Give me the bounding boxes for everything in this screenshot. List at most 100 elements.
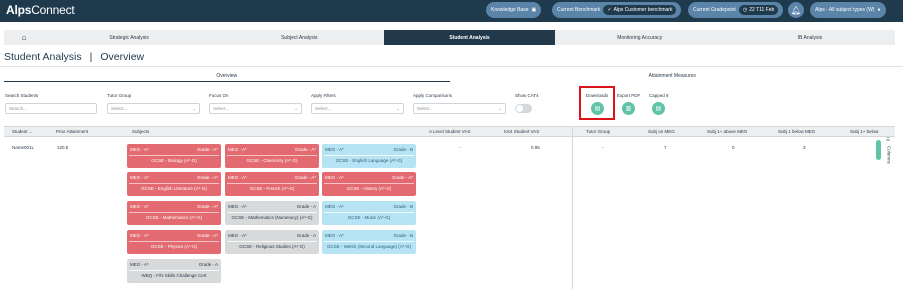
title-divider [0, 66, 903, 67]
frozen-columns-divider [572, 126, 573, 289]
subject-name: GCSE - English Language (A*-G) [335, 158, 403, 163]
meg-value: MEG - A* [325, 233, 344, 238]
tab-attainment-measures[interactable]: Attainment Measures [450, 70, 896, 82]
columns-icon: ☰ [886, 138, 892, 143]
grade-value: Grade - B [393, 233, 413, 238]
subject-card[interactable]: MEG - A* Grade - A* GCSE - Mathematics (A*… [127, 201, 221, 225]
subject-name: GCSE - Music (A*-G) [347, 215, 391, 220]
subject-card[interactable]: MEG - A* Grade - A* GCSE - English Literat… [127, 172, 221, 196]
subject-name: GCSE - Welsh (Second Language) (A*-G) [327, 244, 411, 249]
subject-card[interactable]: MEG - A* Grade - A* GCSE - Chemistry (A*-G… [225, 144, 319, 168]
cell-above-meg: 0 [732, 145, 735, 150]
tab-strategic-analysis[interactable]: Strategic Analysis [44, 30, 214, 45]
table-header: Student ... Prior Attainment Subjects A … [4, 126, 895, 137]
top-bar: AlpsConnect Knowledge Base ▣ Current Benc… [0, 0, 903, 22]
col-tutor-group[interactable]: Tutor Group [586, 129, 610, 134]
meg-value: MEG - A* [130, 233, 149, 238]
focus-on-select[interactable]: Select... ⌄ [209, 103, 302, 114]
user-menu[interactable]: Alps - All subject types (W) ● [810, 2, 886, 18]
grade-value: Grade - B [393, 147, 413, 152]
subject-name: GCSE - Mathematics (Numeracy) (A*-G) [231, 215, 313, 220]
gradepoint-selector[interactable]: Current Gradepoint ◷ 22 T11 Feb [688, 2, 784, 18]
cell-a-level-vas: - [459, 145, 461, 150]
cell-tutor: - [602, 145, 604, 150]
home-icon[interactable]: ⌂ [4, 30, 44, 45]
subject-card[interactable]: MEG - A* Grade - A* GCSE - Physics (A*-G) [127, 230, 221, 254]
grade-value: Grade - A* [196, 233, 218, 238]
cell-1-below-meg: 3 [803, 145, 806, 150]
tab-monitoring-accuracy[interactable]: Monitoring Accuracy [555, 30, 725, 45]
col-subj-more-below[interactable]: Subj 1+ below [850, 129, 878, 134]
meg-value: MEG - A* [130, 262, 149, 267]
tab-overview[interactable]: Overview [4, 70, 450, 82]
subject-card[interactable]: MEG - A* Grade - A GCSE - Mathematics (Num… [225, 201, 319, 225]
search-input[interactable]: Search... [5, 103, 97, 114]
cell-student[interactable]: Name001L [12, 145, 34, 150]
benchmark-selector[interactable]: Current Benchmark ✓ Alps Customer benchma… [552, 2, 682, 18]
user-icon: ● [877, 7, 881, 13]
meg-value: MEG - A* [325, 204, 344, 209]
col-subj-1-below-meg[interactable]: Subj 1 below MEG [778, 129, 815, 134]
knowledge-base-button[interactable]: Knowledge Base ▣ [486, 2, 542, 18]
tutor-group-select[interactable]: Select... ⌄ [107, 103, 200, 114]
subject-card[interactable]: MEG - A* Grade - B GCSE - English Language… [322, 144, 416, 168]
chevron-down-icon: ⌄ [498, 105, 502, 111]
subject-card[interactable]: MEG - A* Grade - A* GCSE - History (A*-G) [322, 172, 416, 196]
subject-name: GCSE - English Literature (A*-G) [141, 186, 207, 191]
cell-prior: 120.5 [57, 145, 69, 150]
show-cat4-toggle[interactable] [515, 104, 532, 113]
meg-value: MEG - A* [228, 233, 247, 238]
check-icon: ✓ [607, 7, 612, 13]
col-subj-on-meg[interactable]: Subj on MEG [648, 129, 675, 134]
subject-name: GCSE - Chemistry (A*-G) [246, 158, 298, 163]
search-label: Search Students [5, 93, 39, 98]
focus-on-label: Focus On [209, 93, 229, 98]
tab-student-analysis[interactable]: Student Analysis [384, 30, 555, 45]
capped-label: Capped 8 [649, 93, 669, 98]
subject-name: GCSE - History (A*-G) [346, 186, 392, 191]
tab-subject-analysis[interactable]: Subject Analysis [214, 30, 384, 45]
col-student[interactable]: Student ... [12, 129, 33, 134]
subject-card[interactable]: MEG - A* Grade - A GCSE - Religious Studie… [225, 230, 319, 254]
subject-card[interactable]: MEG - A* Grade - A WBQ - F/N Skills Challe… [127, 259, 221, 283]
export-pdf-label: Export PDF [617, 93, 641, 98]
horizontal-scrollbar[interactable] [876, 140, 881, 160]
meg-value: MEG - A* [325, 147, 344, 152]
col-subj-above-meg[interactable]: Subj 1+ above MEG [707, 129, 747, 134]
capped-button[interactable]: ▤ [652, 102, 665, 115]
subject-name: GCSE - Religious Studies (A*-G) [239, 244, 305, 249]
tab-ib-analysis[interactable]: IB Analysis [725, 30, 895, 45]
columns-panel-toggle[interactable]: ☰ Columns [884, 138, 894, 178]
cell-ks4-vas: 0.95 [531, 145, 540, 150]
meg-value: MEG - A* [228, 175, 247, 180]
export-pdf-button[interactable]: ▥ [622, 102, 635, 115]
apply-filters-select[interactable]: Select... ⌄ [311, 103, 404, 114]
chevron-down-icon: ⌄ [192, 105, 196, 111]
grade-value: Grade - A [198, 262, 218, 267]
col-prior-attainment[interactable]: Prior Attainment [56, 129, 88, 134]
alps-connect-logo[interactable]: AlpsConnect [6, 3, 75, 17]
book-icon: ▣ [531, 7, 537, 13]
grade-value: Grade - A* [294, 175, 316, 180]
subject-card[interactable]: MEG - A* Grade - B GCSE - Welsh (Second La… [322, 230, 416, 254]
apply-filters-label: Apply Filters [311, 93, 336, 98]
meg-value: MEG - A* [228, 147, 247, 152]
sub-tabs: Overview Attainment Measures [4, 70, 895, 82]
col-ks4-vas[interactable]: KS4 Student VAS [504, 129, 539, 134]
notification-bell-icon[interactable]: 🔔︎ [788, 2, 804, 18]
chevron-down-icon: ⌄ [396, 105, 400, 111]
grade-value: Grade - A* [196, 204, 218, 209]
main-nav: ⌂ Strategic Analysis Subject Analysis St… [4, 30, 895, 45]
clock-icon: ◷ [742, 7, 748, 13]
subject-name: WBQ - F/N Skills Challenge Cert [141, 273, 207, 278]
subject-name: GCSE - Biology (A*-G) [151, 158, 197, 163]
grade-value: Grade - A [296, 204, 316, 209]
subject-card[interactable]: MEG - A* Grade - A* GCSE - Biology (A*-G) [127, 144, 221, 168]
col-subjects[interactable]: Subjects [132, 129, 149, 134]
col-a-level-vas[interactable]: A Level Student VAS [429, 129, 470, 134]
grade-value: Grade - A* [391, 175, 413, 180]
apply-comparisons-select[interactable]: Select... ⌄ [413, 103, 506, 114]
file-icon: ▤ [655, 106, 662, 112]
subject-card[interactable]: MEG - A* Grade - B GCSE - Music (A*-G) [322, 201, 416, 225]
subject-card[interactable]: MEG - A* Grade - A* GCSE - French (A*-G) [225, 172, 319, 196]
